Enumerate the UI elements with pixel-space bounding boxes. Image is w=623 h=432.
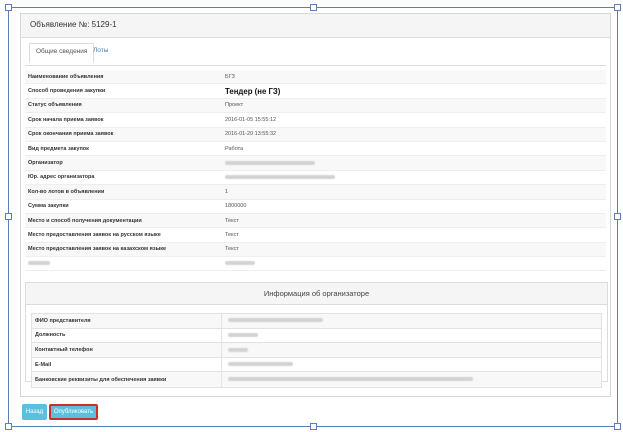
publish-button[interactable]: Опубликовать [49, 404, 98, 420]
row-label: Кол-во лотов в объявлении [28, 188, 105, 195]
table-row [25, 257, 606, 272]
row-label: Организатор [28, 160, 63, 167]
table-row: Кол-во лотов в объявлении 1 [25, 185, 606, 200]
redacted-value [222, 362, 601, 368]
row-value: 2016-01-20 13:55:32 [225, 131, 277, 138]
redacted-value [222, 318, 601, 324]
row-label: Срок начала приема заявок [28, 116, 104, 123]
row-label: Срок окончания приема заявок [28, 131, 114, 138]
redacted-value [225, 160, 606, 166]
resize-handle-top-right[interactable] [614, 4, 621, 11]
row-value: 2016-01-05 15:55:12 [225, 116, 277, 123]
organizer-table: ФИО представителя Должность Контактный т… [31, 313, 602, 388]
row-value: БГЗ [225, 73, 235, 80]
resize-handle-top-center[interactable] [310, 4, 317, 11]
table-row: Статус объявления Проект [25, 98, 606, 114]
resize-handle-bottom-center[interactable] [310, 423, 317, 430]
row-label: Наименование объявления [28, 73, 104, 80]
resize-handle-top-left[interactable] [5, 4, 12, 11]
table-row: ФИО представителя [32, 314, 601, 329]
redacted-value [222, 347, 601, 353]
redacted-value [225, 261, 606, 267]
row-label: Способ проведения закупки [28, 88, 106, 95]
table-row: E-Mail [32, 357, 601, 373]
row-label: Должность [32, 328, 222, 343]
table-row: Сумма закупки 1800000 [25, 200, 606, 214]
table-row: Вид предмета закупок Работа [25, 142, 606, 157]
row-value: 1800000 [225, 203, 247, 210]
resize-handle-middle-left[interactable] [5, 213, 12, 220]
redacted-value [222, 332, 601, 338]
row-value: 1 [225, 188, 229, 195]
organizer-panel: Информация об организаторе ФИО представи… [25, 282, 608, 388]
row-label: Статус объявления [28, 102, 82, 109]
row-value: Проект [225, 102, 244, 109]
row-value: Текст [225, 231, 239, 238]
table-row: Место предоставления заявок на русском я… [25, 228, 606, 243]
row-label: ФИО представителя [32, 314, 222, 328]
table-row: Способ проведения закупки Тендер (не ГЗ) [25, 84, 606, 99]
row-label: Место предоставления заявок на казахском… [28, 246, 167, 253]
table-row: Срок окончания приема заявок 2016-01-20 1… [25, 127, 606, 142]
row-label: E-Mail [32, 357, 222, 372]
tab-lots[interactable]: Лоты [87, 43, 114, 62]
page-title: Объявление №: 5129-1 [21, 14, 610, 38]
table-row: Срок начала приема заявок 2016-01-05 15:5… [25, 113, 606, 128]
resize-handle-bottom-right[interactable] [614, 423, 621, 430]
row-label: Юр. адрес организатора [28, 174, 95, 181]
table-row: Наименование объявления БГЗ [25, 70, 606, 85]
details-table: Наименование объявления БГЗ Способ провед… [25, 70, 606, 272]
back-button[interactable]: Назад [22, 404, 47, 420]
tab-bar: Общие сведения Лоты [25, 38, 606, 66]
organizer-title: Информация об организаторе [26, 283, 607, 305]
table-row: Должность [32, 328, 601, 344]
table-row: Организатор [25, 156, 606, 171]
table-row: Юр. адрес организатора [25, 171, 606, 186]
resize-handle-middle-right[interactable] [614, 213, 621, 220]
row-label: Вид предмета закупок [28, 145, 89, 152]
row-label: Банковские реквизиты для обеспечения зая… [32, 372, 222, 387]
table-row: Банковские реквизиты для обеспечения зая… [32, 372, 601, 387]
row-label: Сумма закупки [28, 203, 69, 210]
table-row: Место предоставления заявок на казахском… [25, 242, 606, 258]
redacted-label [25, 261, 225, 267]
row-label: Место предоставления заявок на русском я… [28, 231, 161, 238]
redacted-value [225, 174, 606, 180]
resize-handle-bottom-left[interactable] [5, 423, 12, 430]
row-label: Место и способ получения документации [28, 217, 142, 224]
row-value: Работа [225, 145, 244, 152]
row-value: Текст [225, 217, 239, 224]
table-row: Место и способ получения документации Тек… [25, 213, 606, 229]
row-value: Тендер (не ГЗ) [225, 86, 281, 96]
row-value: Текст [225, 246, 239, 253]
table-row: Контактный телефон [32, 343, 601, 358]
row-label: Контактный телефон [32, 343, 222, 357]
redacted-value [222, 377, 601, 383]
tab-general-info[interactable]: Общие сведения [29, 43, 95, 63]
